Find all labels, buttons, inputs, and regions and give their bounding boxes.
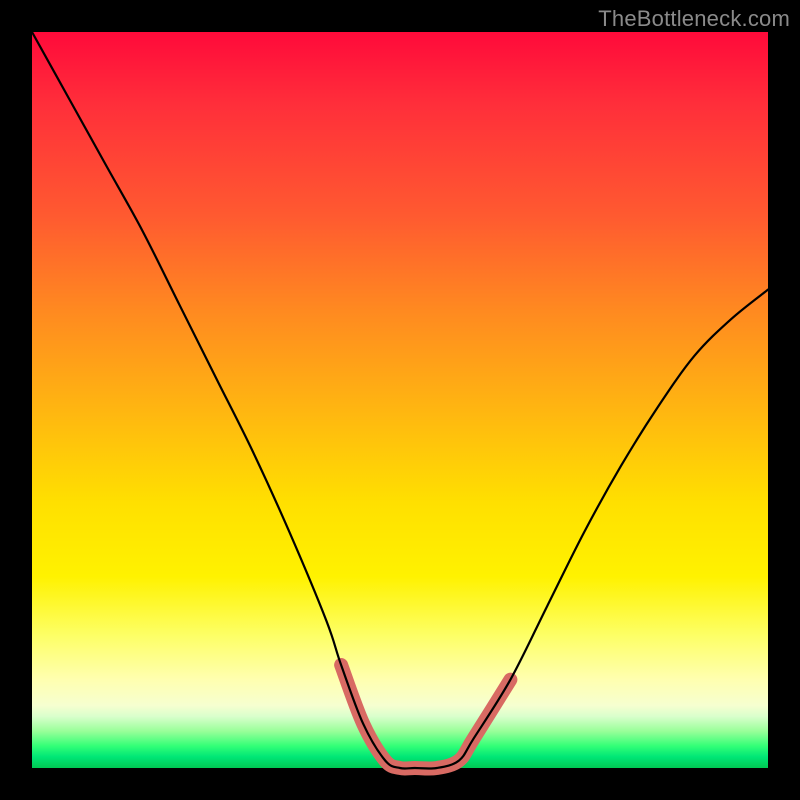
plot-area [32, 32, 768, 768]
watermark-text: TheBottleneck.com [598, 6, 790, 32]
curve-main-line [32, 32, 768, 769]
curve-emphasis-segment [341, 665, 510, 769]
bottleneck-curve [32, 32, 768, 768]
chart-frame: TheBottleneck.com [0, 0, 800, 800]
